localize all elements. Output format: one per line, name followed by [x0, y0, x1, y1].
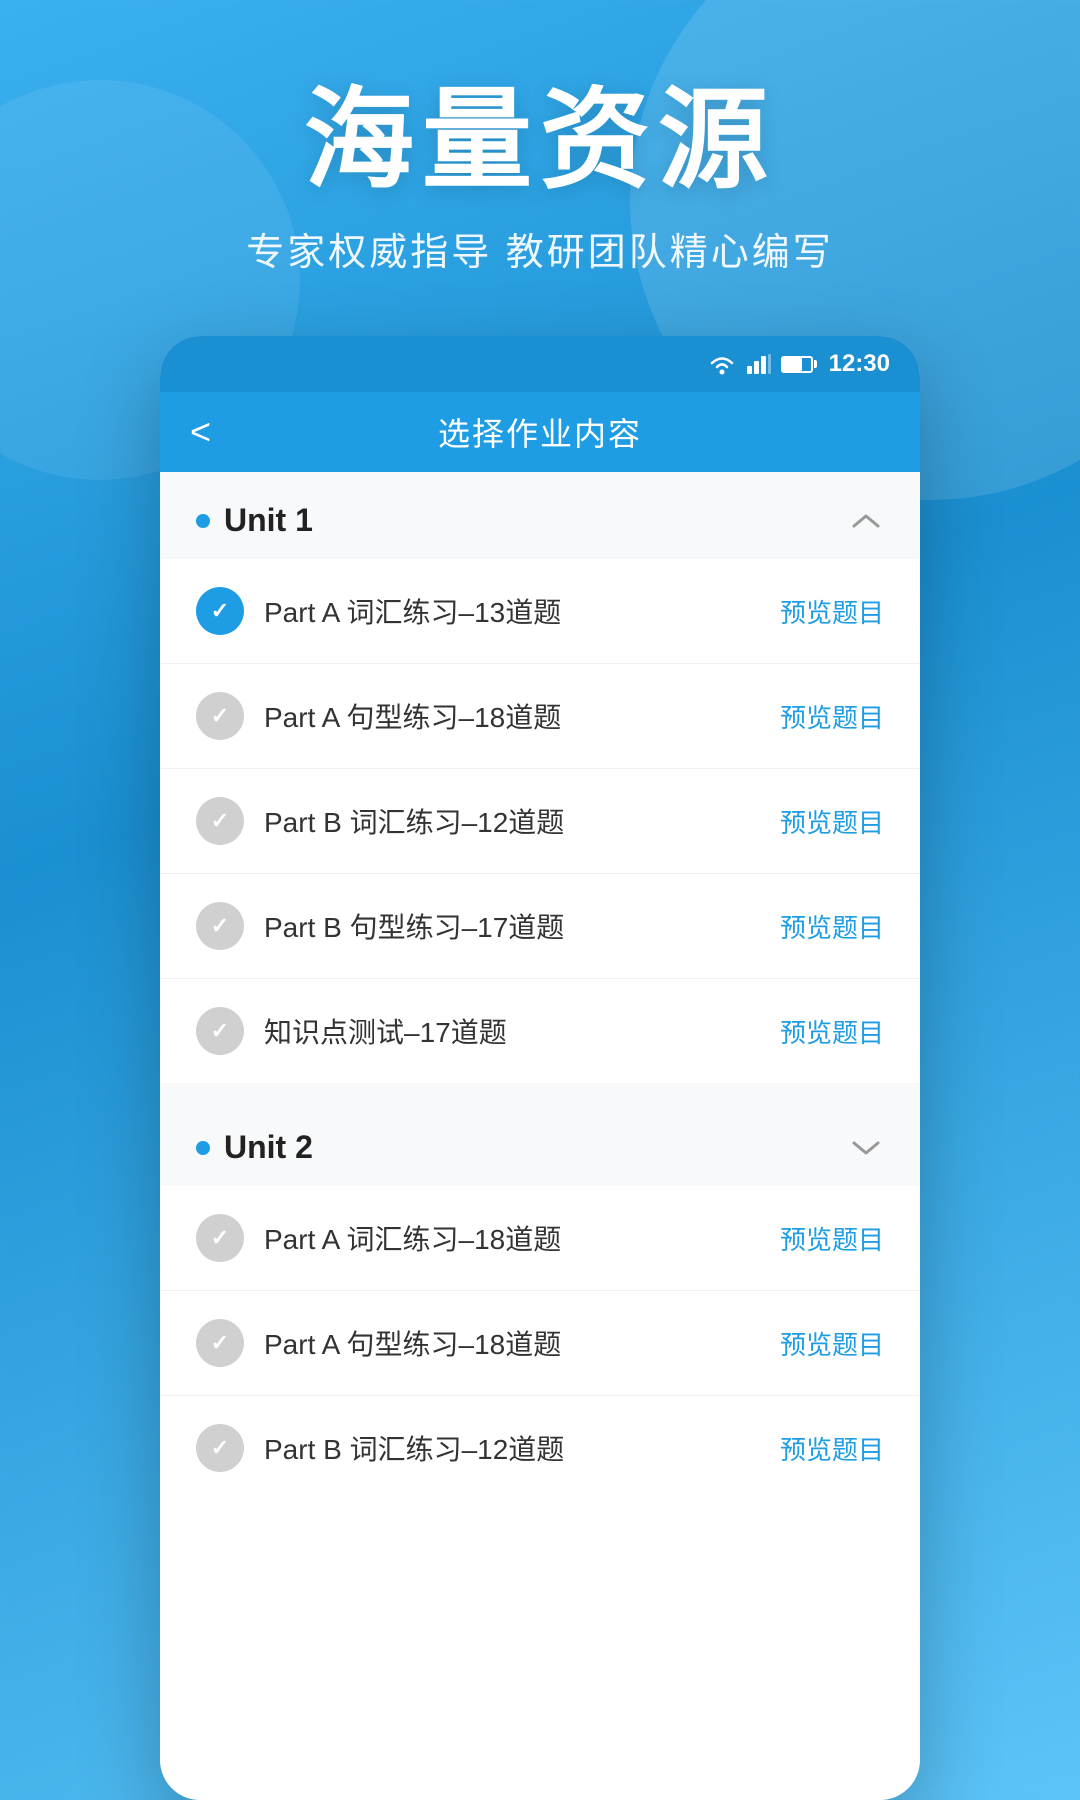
list-item[interactable]: ✓ Part A 句型练习–18道题 预览题目: [160, 664, 920, 769]
unit2-chevron[interactable]: [848, 1130, 884, 1166]
unit2-section: Unit 2 ✓ Part A 词汇练习–18道题 预览题目: [160, 1099, 920, 1500]
list-item[interactable]: ✓ Part B 词汇练习–12道题 预览题目: [160, 769, 920, 874]
check-icon-unchecked[interactable]: ✓: [196, 1424, 244, 1472]
unit1-items: ✓ Part A 词汇练习–13道题 预览题目 ✓ Part A 句型练习–18…: [160, 559, 920, 1083]
item-text: Part A 词汇练习–18道题: [264, 1218, 760, 1258]
unit1-section: Unit 1 ✓ Part A 词汇练习–13道题 预览题目: [160, 472, 920, 1083]
check-mark: ✓: [211, 1020, 229, 1042]
list-item[interactable]: ✓ Part A 词汇练习–13道题 预览题目: [160, 559, 920, 664]
phone-mockup: 12:30 < 选择作业内容 Unit 1: [160, 336, 920, 1800]
check-icon-checked[interactable]: ✓: [196, 587, 244, 635]
status-time: 12:30: [829, 350, 890, 378]
unit2-dot: [196, 1141, 210, 1155]
preview-button[interactable]: 预览题目: [780, 1325, 884, 1362]
check-mark: ✓: [211, 915, 229, 937]
list-item[interactable]: ✓ Part A 句型练习–18道题 预览题目: [160, 1291, 920, 1396]
check-icon-unchecked[interactable]: ✓: [196, 902, 244, 950]
hero-title: 海量资源: [0, 80, 1080, 201]
unit1-dot: [196, 514, 210, 528]
check-mark: ✓: [211, 600, 229, 622]
preview-button[interactable]: 预览题目: [780, 1430, 884, 1467]
signal-icon: [747, 354, 771, 374]
check-icon-unchecked[interactable]: ✓: [196, 1319, 244, 1367]
wifi-icon: [707, 353, 737, 375]
preview-button[interactable]: 预览题目: [780, 1220, 884, 1257]
unit1-header[interactable]: Unit 1: [160, 472, 920, 559]
preview-button[interactable]: 预览题目: [780, 1013, 884, 1050]
list-item[interactable]: ✓ Part A 词汇练习–18道题 预览题目: [160, 1186, 920, 1291]
unit2-header[interactable]: Unit 2: [160, 1099, 920, 1186]
check-mark: ✓: [211, 1437, 229, 1459]
check-mark: ✓: [211, 1227, 229, 1249]
item-text: Part B 词汇练习–12道题: [264, 801, 760, 841]
item-text: Part B 词汇练习–12道题: [264, 1428, 760, 1468]
preview-button[interactable]: 预览题目: [780, 698, 884, 735]
item-text: 知识点测试–17道题: [264, 1011, 760, 1051]
back-button[interactable]: <: [190, 414, 211, 450]
list-item[interactable]: ✓ Part B 词汇练习–12道题 预览题目: [160, 1396, 920, 1500]
preview-button[interactable]: 预览题目: [780, 593, 884, 630]
nav-title: 选择作业内容: [438, 409, 642, 455]
check-icon-unchecked[interactable]: ✓: [196, 797, 244, 845]
battery-icon: [781, 356, 813, 373]
item-text: Part B 句型练习–17道题: [264, 906, 760, 946]
status-bar: 12:30: [160, 336, 920, 392]
unit1-title: Unit 1: [224, 502, 313, 539]
check-icon-unchecked[interactable]: ✓: [196, 692, 244, 740]
check-mark: ✓: [211, 705, 229, 727]
list-item[interactable]: ✓ Part B 句型练习–17道题 预览题目: [160, 874, 920, 979]
hero-subtitle: 专家权威指导 教研团队精心编写: [0, 221, 1080, 276]
status-icons: [707, 353, 813, 375]
unit2-items: ✓ Part A 词汇练习–18道题 预览题目 ✓ Part A 句型练习–18…: [160, 1186, 920, 1500]
unit2-title: Unit 2: [224, 1129, 313, 1166]
battery-fill: [783, 358, 803, 371]
item-text: Part A 句型练习–18道题: [264, 1323, 760, 1363]
unit2-label: Unit 2: [196, 1129, 313, 1166]
preview-button[interactable]: 预览题目: [780, 908, 884, 945]
preview-button[interactable]: 预览题目: [780, 803, 884, 840]
list-item[interactable]: ✓ 知识点测试–17道题 预览题目: [160, 979, 920, 1083]
item-text: Part A 词汇练习–13道题: [264, 591, 760, 631]
hero-section: 海量资源 专家权威指导 教研团队精心编写: [0, 0, 1080, 276]
check-icon-unchecked[interactable]: ✓: [196, 1214, 244, 1262]
unit1-chevron[interactable]: [848, 503, 884, 539]
nav-bar: < 选择作业内容: [160, 392, 920, 472]
unit1-label: Unit 1: [196, 502, 313, 539]
check-mark: ✓: [211, 810, 229, 832]
check-mark: ✓: [211, 1332, 229, 1354]
item-text: Part A 句型练习–18道题: [264, 696, 760, 736]
check-icon-unchecked[interactable]: ✓: [196, 1007, 244, 1055]
content-area: Unit 1 ✓ Part A 词汇练习–13道题 预览题目: [160, 472, 920, 1500]
unit-separator: [160, 1083, 920, 1099]
